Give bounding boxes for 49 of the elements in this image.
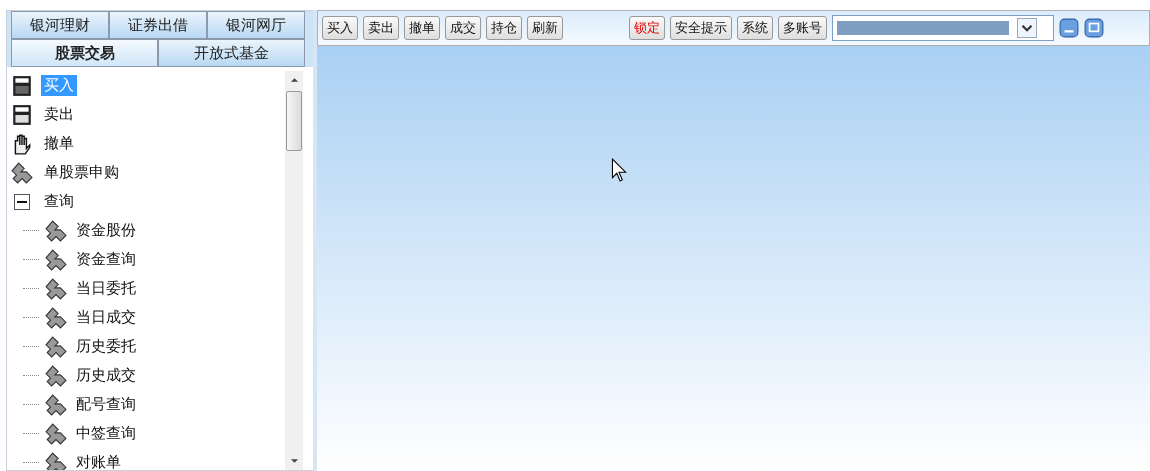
tree-item[interactable]: 单股票申购 — [41, 162, 122, 183]
gem-cluster-icon — [11, 161, 33, 184]
scroll-thumb[interactable] — [286, 91, 302, 151]
gem-cluster-icon — [45, 364, 67, 387]
toolbar-button[interactable]: 成交 — [445, 16, 481, 40]
tree-item[interactable]: 资金股份 — [73, 220, 139, 241]
tree-item[interactable]: 历史成交 — [73, 365, 139, 386]
toolbar-button[interactable]: 安全提示 — [670, 16, 732, 40]
tab[interactable]: 银河理财 — [11, 11, 109, 39]
toolbar-button[interactable]: 持仓 — [486, 16, 522, 40]
toolbar-button[interactable]: 系统 — [737, 16, 773, 40]
calculator-icon — [11, 103, 33, 126]
gem-cluster-icon — [45, 248, 67, 271]
gem-cluster-icon — [45, 219, 67, 242]
tree-item[interactable]: 中签查询 — [73, 423, 139, 444]
tab[interactable]: 银河网厅 — [207, 11, 305, 39]
toolbar-button[interactable]: 卖出 — [363, 16, 399, 40]
tree-item[interactable]: 撤单 — [41, 133, 77, 154]
tree-item[interactable]: 当日委托 — [73, 278, 139, 299]
gem-cluster-icon — [45, 393, 67, 416]
gem-cluster-icon — [45, 422, 67, 445]
tab[interactable]: 证券出借 — [109, 11, 207, 39]
gem-cluster-icon — [45, 277, 67, 300]
gem-cluster-icon — [45, 306, 67, 329]
scroll-up-icon[interactable] — [289, 77, 299, 83]
tree-item[interactable]: 配号查询 — [73, 394, 139, 415]
scrollbar[interactable] — [285, 71, 303, 470]
tree-item[interactable]: 对账单 — [73, 452, 124, 470]
tree-item[interactable]: 历史委托 — [73, 336, 139, 357]
toolbar-button[interactable]: 买入 — [322, 16, 358, 40]
tree-item[interactable]: 查询 — [41, 191, 77, 212]
tab[interactable]: 开放式基金 — [158, 39, 305, 67]
dropdown-caret-icon[interactable] — [1017, 18, 1037, 38]
gem-cluster-icon — [45, 335, 67, 358]
toolbar-button[interactable]: 撤单 — [404, 16, 440, 40]
gem-cluster-icon — [45, 451, 67, 470]
tree-item[interactable]: 当日成交 — [73, 307, 139, 328]
scroll-down-icon[interactable] — [289, 458, 299, 464]
tab[interactable]: 股票交易 — [11, 39, 158, 67]
toolbar-button[interactable]: 多账号 — [778, 16, 827, 40]
maximize-icon[interactable] — [1084, 18, 1104, 38]
cursor-icon — [611, 158, 627, 182]
calculator-icon — [11, 74, 33, 97]
minimize-icon[interactable] — [1059, 18, 1079, 38]
collapse-icon[interactable] — [14, 193, 30, 210]
tree-item[interactable]: 资金查询 — [73, 249, 139, 270]
toolbar-button[interactable]: 锁定 — [629, 16, 665, 40]
tree-item[interactable]: 卖出 — [41, 104, 77, 125]
toolbar-button[interactable]: 刷新 — [527, 16, 563, 40]
